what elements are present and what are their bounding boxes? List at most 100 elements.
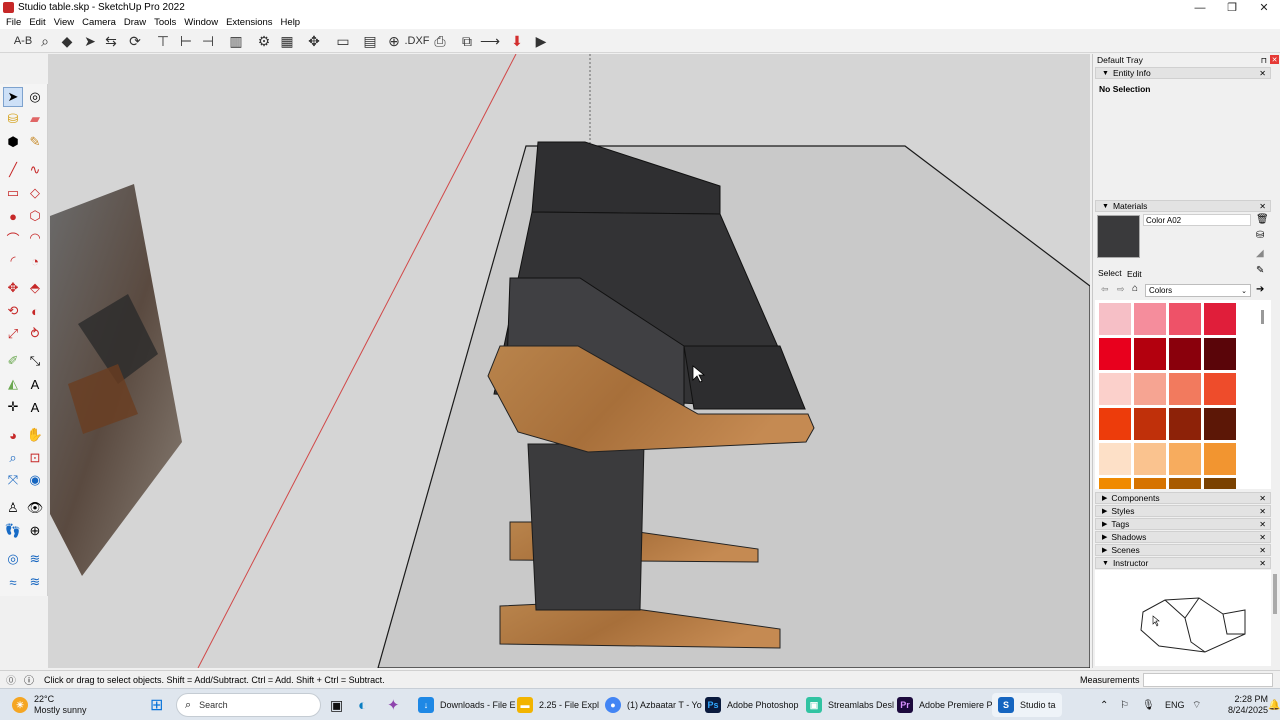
axes-tool-icon[interactable]: ✛ — [3, 397, 23, 417]
material-swatch[interactable] — [1169, 443, 1201, 475]
restore-button[interactable]: ❐ — [1216, 0, 1248, 15]
align-left-icon[interactable]: ⊢ — [176, 31, 196, 51]
close-panel-icon[interactable]: ✕ — [1259, 520, 1266, 529]
material-swatch[interactable] — [1204, 303, 1236, 335]
rotate-tool-icon[interactable]: ⟲ — [3, 301, 23, 321]
rotated-rectangle-icon[interactable]: ◇ — [25, 183, 45, 203]
rectangle-tool-icon[interactable]: ▭ — [3, 183, 23, 203]
taskbar-app-downloads[interactable]: ↓ Downloads - File E — [418, 693, 516, 717]
minimize-button[interactable]: — — [1184, 0, 1216, 15]
edge-button[interactable]: ◐ — [358, 693, 367, 717]
close-panel-icon[interactable]: ✕ — [1259, 202, 1266, 211]
material-swatch[interactable] — [1169, 478, 1201, 489]
zoom-icon[interactable]: ⌕ — [3, 448, 23, 468]
text-tool-icon[interactable]: A — [25, 374, 45, 394]
taskbar-app-explorer[interactable]: ▬ 2.25 - File Expl — [517, 693, 599, 717]
scale-tool-icon[interactable]: ⤢ — [3, 324, 23, 344]
copilot-button[interactable]: ✦ — [387, 693, 400, 717]
back-arrow-icon[interactable]: ⇦ — [1101, 284, 1109, 295]
push-pull-icon[interactable]: ⬘ — [25, 278, 45, 298]
three-point-arc-icon[interactable]: ◜ — [3, 251, 23, 271]
close-panel-icon[interactable]: ✕ — [1259, 559, 1266, 568]
notification-icon[interactable]: 🔔 — [1268, 693, 1280, 717]
model-viewport[interactable] — [48, 54, 1090, 668]
menu-edit[interactable]: Edit — [26, 17, 50, 28]
eyedropper-icon[interactable]: ✎ — [1256, 265, 1264, 276]
measurements-input[interactable] — [1143, 673, 1273, 687]
menu-help[interactable]: Help — [278, 17, 306, 28]
sandbox-smoove-icon[interactable]: ≋ — [25, 549, 45, 569]
create-material-icon[interactable]: ⛁ — [1256, 230, 1264, 241]
material-name-field[interactable]: Color A02 — [1143, 214, 1251, 226]
play-icon[interactable]: ▶ — [531, 31, 551, 51]
follow-me-icon[interactable]: ◐ — [25, 301, 45, 321]
position-camera-icon[interactable]: ♙ — [3, 498, 23, 518]
menu-draw[interactable]: Draw — [121, 17, 151, 28]
sandbox-stamp-icon[interactable]: ≈ — [3, 572, 23, 592]
menu-window[interactable]: Window — [181, 17, 223, 28]
material-swatch[interactable] — [1204, 408, 1236, 440]
rectangle-icon[interactable]: ▭ — [333, 31, 353, 51]
taskbar-app-sketchup[interactable]: S Studio ta — [992, 693, 1062, 717]
crosshair-icon[interactable]: ⊕ — [384, 31, 404, 51]
walk-icon[interactable]: 👣 — [3, 521, 23, 541]
tape-icon[interactable]: ✎ — [25, 132, 45, 152]
taskbar-search[interactable]: ⌕ Search — [176, 693, 321, 717]
gear-icon[interactable]: ⚙ — [254, 31, 274, 51]
align-center-icon[interactable]: ⊣ — [198, 31, 218, 51]
material-swatch[interactable] — [1134, 373, 1166, 405]
microphone-icon[interactable]: 🎙 — [1142, 693, 1155, 717]
orbit-icon[interactable]: ◕ — [3, 425, 23, 445]
taskbar-app-streamlabs[interactable]: ▣ Streamlabs Desl — [806, 693, 894, 717]
material-swatch[interactable] — [1204, 373, 1236, 405]
entity-info-header[interactable]: ▼ Entity Info ✕ — [1095, 67, 1271, 79]
3d-text-icon[interactable]: A — [25, 397, 45, 417]
paint-bucket-icon[interactable]: ⛁ — [3, 109, 23, 129]
close-panel-icon[interactable]: ✕ — [1259, 507, 1266, 516]
taskbar-app-chrome[interactable]: ● (1) Azbaatar T - Yo — [605, 693, 702, 717]
circle-tool-icon[interactable]: ● — [3, 206, 23, 226]
move-icon[interactable]: ⇆ — [101, 31, 121, 51]
material-swatch[interactable] — [1169, 373, 1201, 405]
tape-measure-icon[interactable]: ✐ — [3, 351, 23, 371]
tray-close-icon[interactable]: ✕ — [1270, 55, 1279, 64]
section-plane-icon[interactable]: ⊕ — [25, 521, 45, 541]
tray-overflow-icon[interactable]: ⌃ — [1100, 693, 1108, 717]
library-dropdown[interactable]: Colors ⌄ — [1145, 284, 1251, 297]
zoom-extents-icon[interactable]: ⤧ — [3, 470, 23, 490]
tab-edit[interactable]: Edit — [1127, 269, 1142, 279]
geo-location-icon[interactable]: ⓪ — [6, 672, 16, 687]
swatch-scrollbar[interactable] — [1261, 310, 1264, 324]
taskbar-app-photoshop[interactable]: Ps Adobe Photoshop — [705, 693, 799, 717]
export-dxf-button[interactable]: .DXF — [402, 31, 432, 51]
material-swatch[interactable] — [1169, 408, 1201, 440]
components-header[interactable]: ▶ Components ✕ — [1095, 492, 1271, 504]
home-icon[interactable]: ⌂ — [1132, 283, 1138, 294]
styles-header[interactable]: ▶ Styles ✕ — [1095, 505, 1271, 517]
close-panel-icon[interactable]: ✕ — [1259, 69, 1266, 78]
close-panel-icon[interactable]: ✕ — [1259, 533, 1266, 542]
layout-icon[interactable]: ▤ — [360, 31, 380, 51]
pan-icon[interactable]: ✋ — [25, 425, 45, 445]
forward-arrow-icon[interactable]: ⇨ — [1117, 284, 1125, 295]
language-indicator[interactable]: ENG — [1165, 693, 1185, 717]
material-swatch[interactable] — [1099, 408, 1131, 440]
network-icon[interactable]: ⚐ — [1120, 693, 1129, 717]
component-icon[interactable]: ⬢ — [3, 132, 23, 152]
material-swatch[interactable] — [1134, 443, 1166, 475]
material-swatch[interactable] — [1099, 443, 1131, 475]
details-icon[interactable]: ➔ — [1256, 284, 1264, 295]
axes-icon[interactable]: ✥ — [304, 31, 324, 51]
scenes-header[interactable]: ▶ Scenes ✕ — [1095, 544, 1271, 556]
task-view-button[interactable]: ▣ — [330, 693, 343, 717]
zoom-window-icon[interactable]: ⊡ — [25, 448, 45, 468]
sample-icon[interactable]: ◢ — [1256, 248, 1264, 259]
material-swatch[interactable] — [1204, 478, 1236, 489]
material-swatch[interactable] — [1134, 478, 1166, 489]
instructor-scrollbar[interactable] — [1273, 574, 1277, 614]
sandbox-drape-icon[interactable]: ≋ — [25, 572, 45, 592]
material-swatch[interactable] — [1204, 443, 1236, 475]
wifi-icon[interactable]: ⌔ — [1192, 693, 1201, 717]
trash-icon[interactable]: 🗑 — [1256, 214, 1269, 225]
polygon-tool-icon[interactable]: ⬡ — [25, 206, 45, 226]
